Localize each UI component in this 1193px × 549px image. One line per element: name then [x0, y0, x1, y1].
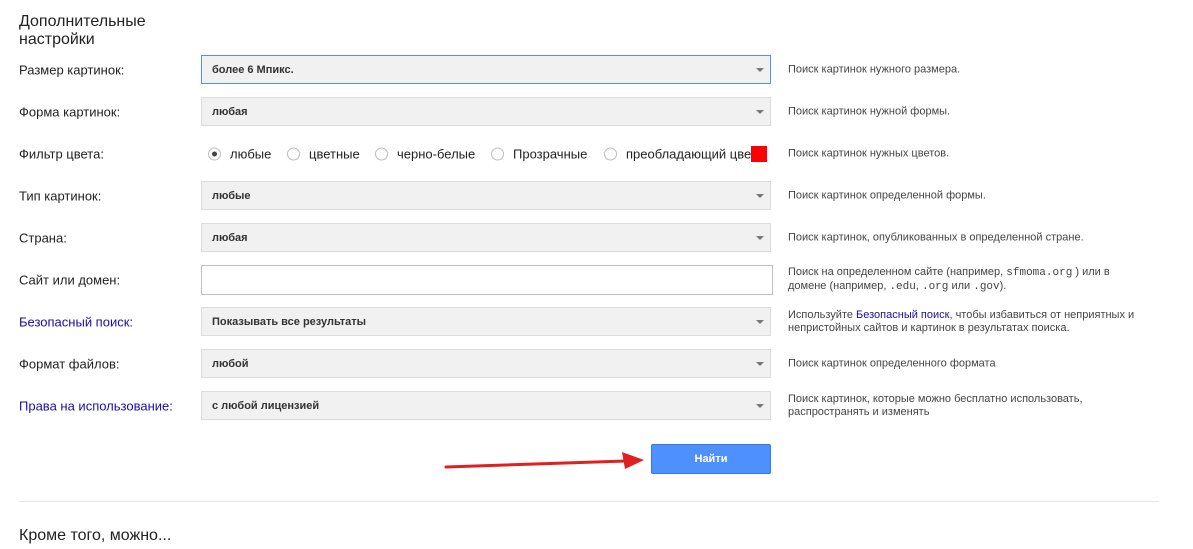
image-size-value: более 6 Мпикс. [212, 63, 294, 76]
help-code: sfmoma.org [1006, 267, 1073, 279]
color-filter-help: Поиск картинок нужных цветов. [788, 147, 950, 160]
help-text: Используйте [788, 309, 857, 321]
radio-transparent[interactable]: Прозрачные [491, 147, 587, 162]
usage-rights-select[interactable]: с любой лицензией [201, 391, 771, 420]
safe-search-select[interactable]: Показывать все результаты [201, 307, 771, 336]
chevron-down-icon [756, 236, 764, 240]
radio-circle [208, 147, 221, 161]
row-file-format: Формат файлов: любой Поиск картинок опре… [0, 348, 1193, 380]
chevron-down-icon [756, 194, 764, 198]
usage-rights-label-link[interactable]: Права на использование: [19, 399, 173, 414]
image-type-select[interactable]: любые [201, 181, 771, 210]
color-swatch[interactable] [751, 146, 767, 162]
radio-bw[interactable]: черно-белые [375, 147, 475, 162]
row-color-filter: Фильтр цвета: любые цветные черно-белые … [0, 138, 1193, 170]
radio-any[interactable]: любые [208, 147, 271, 162]
usage-rights-value: с любой лицензией [212, 399, 320, 412]
country-value: любая [212, 231, 248, 244]
row-country: Страна: любая Поиск картинок, опубликова… [0, 222, 1193, 254]
file-format-label: Формат файлов: [19, 356, 120, 372]
red-arrow-annotation [444, 452, 644, 469]
chevron-down-icon [756, 362, 764, 366]
row-image-size: Размер картинок: более 6 Мпикс. Поиск ка… [0, 54, 1193, 86]
site-domain-help: Поиск на определенном сайте (например, s… [788, 266, 1148, 294]
radio-dominant[interactable]: преобладающий цве [604, 147, 751, 162]
safe-search-help-link[interactable]: Безопасный поиск [856, 309, 949, 321]
image-size-select[interactable]: более 6 Мпикс. [201, 55, 771, 84]
divider [19, 501, 1159, 502]
help-code: .edu [889, 281, 916, 293]
radio-label: черно-белые [397, 146, 476, 162]
country-select[interactable]: любая [201, 223, 771, 252]
image-type-label: Тип картинок: [19, 188, 102, 204]
row-image-type: Тип картинок: любые Поиск картинок опред… [0, 180, 1193, 212]
help-text: ). [999, 280, 1007, 292]
row-safe-search: Безопасный поиск: Показывать все результ… [0, 306, 1193, 338]
radio-label: любые [230, 146, 272, 162]
radio-label: цветные [309, 146, 360, 162]
help-code: .org [921, 281, 949, 293]
help-code: .gov [973, 281, 1000, 293]
country-label: Страна: [19, 230, 67, 246]
row-image-shape: Форма картинок: любая Поиск картинок нуж… [0, 96, 1193, 128]
radio-color[interactable]: цветные [287, 147, 360, 162]
file-format-help: Поиск картинок определенного формата [788, 357, 996, 370]
image-type-help: Поиск картинок определенной формы. [788, 189, 986, 202]
safe-search-label-link[interactable]: Безопасный поиск: [19, 315, 133, 330]
radio-circle [604, 147, 617, 161]
search-button[interactable]: Найти [651, 444, 771, 474]
more-options-title: Кроме того, можно... [19, 527, 172, 544]
help-text: Поиск на определенном сайте (например, [788, 266, 1007, 278]
color-filter-radio-group: любые цветные черно-белые Прозрачные пре… [208, 138, 778, 170]
image-shape-value: любая [212, 105, 248, 118]
file-format-select[interactable]: любой [201, 349, 771, 378]
radio-circle [491, 147, 504, 161]
image-shape-help: Поиск картинок нужной формы. [788, 105, 951, 118]
site-domain-label: Сайт или домен: [19, 272, 121, 288]
radio-label: преобладающий цве [626, 146, 752, 162]
image-shape-select[interactable]: любая [201, 97, 771, 126]
safe-search-help: Используйте Безопасный поиск, чтобы изба… [788, 309, 1148, 335]
radio-circle [287, 147, 300, 161]
country-help: Поиск картинок, опубликованных в определ… [788, 231, 1084, 244]
image-shape-label: Форма картинок: [19, 104, 121, 120]
safe-search-value: Показывать все результаты [212, 315, 367, 328]
image-size-label: Размер картинок: [19, 62, 125, 78]
chevron-down-icon [756, 404, 764, 408]
usage-rights-help: Поиск картинок, которые можно бесплатно … [788, 393, 1083, 418]
site-domain-input[interactable] [201, 265, 773, 295]
help-text: или [948, 280, 974, 292]
row-usage-rights: Права на использование: с любой лицензие… [0, 390, 1193, 422]
section-title: Дополнительные настройки [19, 13, 146, 48]
radio-label: Прозрачные [513, 146, 588, 162]
chevron-down-icon [756, 68, 764, 72]
color-filter-label: Фильтр цвета: [19, 146, 104, 162]
chevron-down-icon [756, 320, 764, 324]
chevron-down-icon [756, 110, 764, 114]
radio-circle [375, 147, 388, 161]
file-format-value: любой [212, 357, 249, 370]
image-size-help: Поиск картинок нужного размера. [788, 63, 961, 76]
image-type-value: любые [212, 189, 251, 202]
row-site-domain: Сайт или домен: Поиск на определенном са… [0, 264, 1193, 296]
